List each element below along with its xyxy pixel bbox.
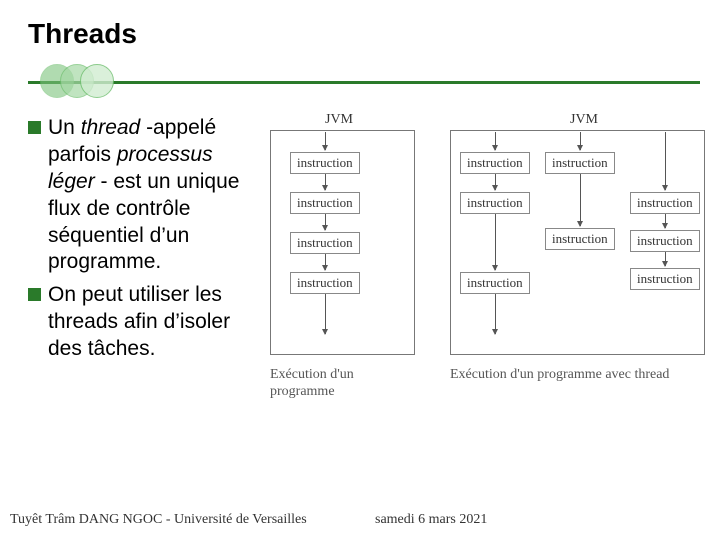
caption-left: Exécution d'un programme	[270, 367, 415, 401]
arrow-down-icon	[495, 174, 496, 190]
bullet-text: Un thread -appelé parfois processus lége…	[48, 115, 263, 276]
bullet-icon	[28, 121, 41, 134]
jvm-label-left: JVM	[325, 112, 353, 128]
instruction-box: instruction	[290, 272, 360, 294]
instruction-box: instruction	[460, 192, 530, 214]
instruction-box: instruction	[630, 192, 700, 214]
diagram: JVM instruction instruction instruction …	[270, 112, 710, 442]
instruction-box: instruction	[290, 152, 360, 174]
instruction-box: instruction	[460, 272, 530, 294]
arrow-down-icon	[665, 252, 666, 266]
instruction-box: instruction	[630, 268, 700, 290]
list-item: Un thread -appelé parfois processus lége…	[28, 115, 263, 276]
instruction-box: instruction	[630, 230, 700, 252]
footer-author: Tuyêt Trâm DANG NGOC - Université de Ver…	[10, 512, 307, 528]
slide-title: Threads	[28, 18, 137, 50]
instruction-box: instruction	[545, 152, 615, 174]
list-item: On peut utiliser les threads afin d’isol…	[28, 282, 263, 363]
bullet-text: On peut utiliser les threads afin d’isol…	[48, 282, 263, 363]
arrow-down-icon	[325, 294, 326, 334]
arrow-down-icon	[325, 174, 326, 190]
decorative-circles	[40, 62, 120, 102]
arrow-down-icon	[665, 214, 666, 228]
arrow-down-icon	[580, 132, 581, 150]
arrow-down-icon	[325, 132, 326, 150]
instruction-box: instruction	[290, 232, 360, 254]
caption-right: Exécution d'un programme avec thread	[450, 367, 710, 384]
instruction-box: instruction	[290, 192, 360, 214]
bullet-list: Un thread -appelé parfois processus lége…	[28, 115, 263, 369]
arrow-down-icon	[495, 214, 496, 270]
instruction-box: instruction	[460, 152, 530, 174]
jvm-label-right: JVM	[570, 112, 598, 128]
footer-date: samedi 6 mars 2021	[375, 512, 487, 528]
arrow-down-icon	[495, 294, 496, 334]
bullet-icon	[28, 288, 41, 301]
arrow-down-icon	[665, 132, 666, 190]
arrow-down-icon	[495, 132, 496, 150]
title-rule	[28, 78, 700, 86]
arrow-down-icon	[325, 254, 326, 270]
arrow-down-icon	[325, 214, 326, 230]
arrow-down-icon	[580, 174, 581, 226]
instruction-box: instruction	[545, 228, 615, 250]
